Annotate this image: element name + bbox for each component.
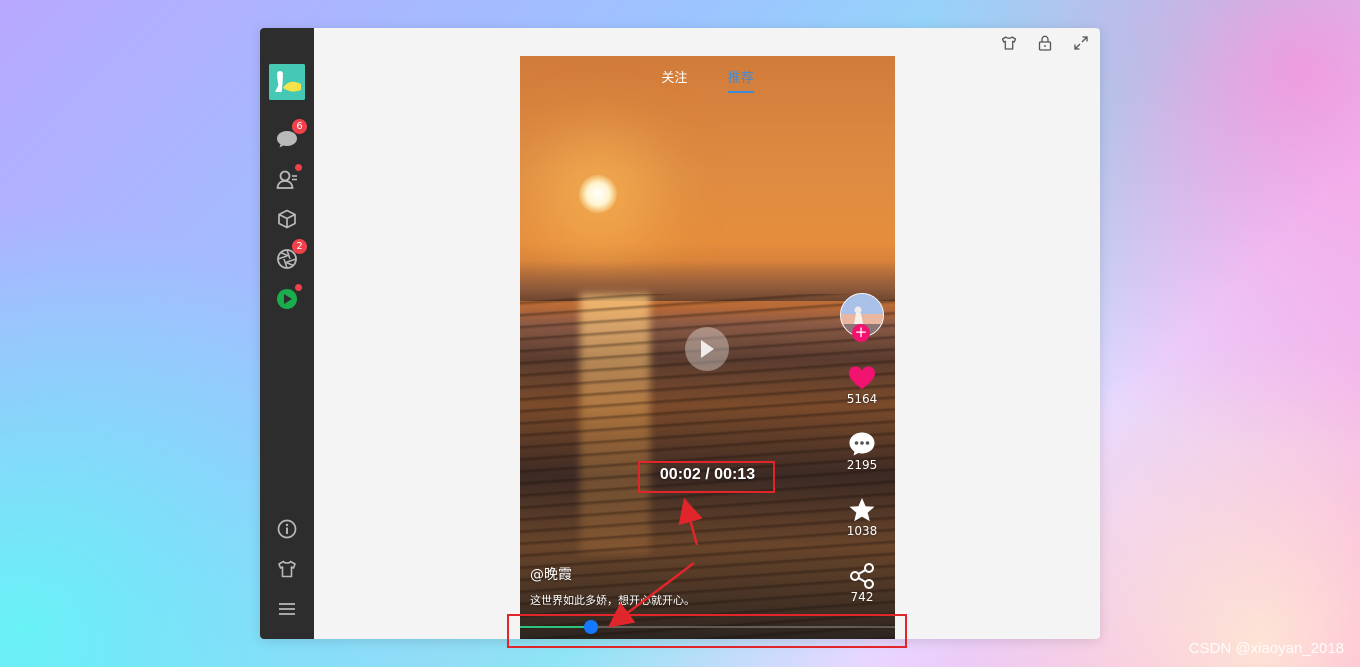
share-count: 742 [850, 590, 874, 604]
video-play-icon[interactable] [275, 284, 302, 311]
author-name[interactable]: @晚霞 [530, 564, 572, 584]
share-icon [850, 563, 874, 589]
skin-shirt-icon[interactable] [275, 557, 299, 581]
menu-icon[interactable] [275, 597, 299, 621]
annotation-arrows [608, 497, 703, 628]
window-toolbar [1000, 34, 1090, 52]
fullscreen-icon[interactable] [1072, 34, 1090, 52]
heart-icon [849, 366, 875, 389]
follow-button[interactable]: + [852, 324, 870, 342]
comment-action[interactable]: 2195 [842, 431, 882, 472]
like-action[interactable]: 5164 [842, 365, 882, 406]
favorite-action[interactable]: 1038 [842, 497, 882, 538]
annotation-time-box [638, 461, 775, 493]
app-logo[interactable] [269, 64, 305, 100]
favorite-count: 1038 [846, 524, 878, 538]
lock-icon[interactable] [1036, 34, 1054, 52]
feed-tabs: 关注 推荐 [520, 67, 895, 93]
tab-following[interactable]: 关注 [661, 67, 687, 86]
moments-count-badge: 2 [292, 239, 307, 254]
csdn-watermark: CSDN @xiaoyan_2018 [1188, 640, 1344, 657]
video-dot [295, 284, 302, 291]
like-count: 5164 [846, 392, 878, 406]
video-sun [578, 174, 618, 214]
play-icon [701, 340, 714, 358]
chat-icon[interactable]: 6 [275, 119, 307, 151]
chat-count-badge: 6 [292, 119, 307, 134]
comment-icon [849, 432, 875, 456]
tab-recommended[interactable]: 推荐 [727, 67, 754, 93]
comment-count: 2195 [846, 458, 878, 472]
contacts-dot [295, 164, 302, 171]
star-icon [849, 498, 875, 522]
play-button[interactable] [685, 327, 729, 371]
share-action[interactable]: 742 [842, 563, 882, 604]
moments-aperture-icon[interactable]: 2 [275, 239, 307, 271]
skin-shirt-icon[interactable] [1000, 34, 1018, 52]
cube-icon[interactable] [275, 207, 299, 231]
sidebar: 6 2 [260, 28, 314, 639]
contacts-icon[interactable] [275, 164, 302, 191]
info-icon[interactable] [275, 517, 299, 541]
